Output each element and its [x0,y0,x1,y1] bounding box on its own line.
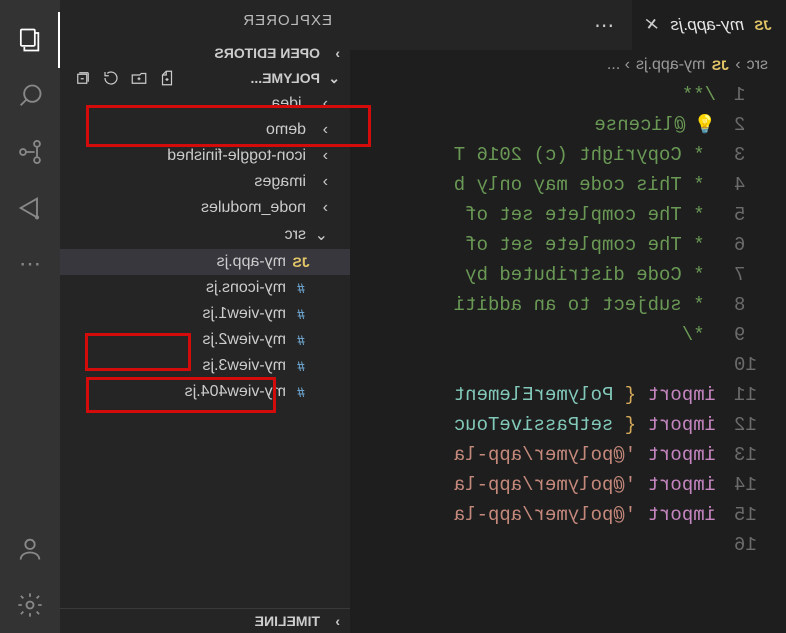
file-item[interactable]: # my-view1.js [60,301,350,327]
file-tree: ›.idea›demo›icon-toggle-finished›images›… [60,91,350,608]
explorer-sidebar: EXPLORER › OPEN EDITORS ⌄ POLYME... › .id… [60,0,350,633]
timeline-header[interactable]: › TIMELINE [60,608,350,633]
editor-area: JS my-app.js ✕ ⋯ src › JS my-app.js › ..… [350,0,786,633]
item-label: my-view1.js [202,305,286,323]
js-file-icon: JS [292,254,310,270]
settings-gear-icon[interactable] [0,577,60,633]
code-editor[interactable]: 12345678910111213141516 /**💡@license * C… [350,80,786,633]
item-label: my-view2.js [202,331,286,349]
more-actions-icon[interactable]: ⋯ [0,236,60,292]
new-folder-icon[interactable] [130,69,148,87]
folder-item[interactable]: › .idea [60,91,350,117]
activity-bar: ⋯ [0,0,60,633]
chevron-down-icon: ⌄ [324,70,340,87]
chevron-icon: › [312,121,328,139]
search-icon[interactable] [0,68,60,124]
tab-label: my-app.js [670,15,744,35]
js-file-icon: JS [754,17,772,33]
editor-tab[interactable]: JS my-app.js ✕ [632,0,786,50]
chevron-icon: › [312,199,328,217]
chevron-icon: ⌄ [312,225,328,245]
item-label: .idea [271,95,306,113]
account-icon[interactable] [0,521,60,577]
code-content[interactable]: /**💡@license * Copyright (c) 2016 T * Th… [350,80,716,633]
item-label: src [285,226,306,244]
folder-item[interactable]: › images [60,169,350,195]
item-label: my-view3.js [202,357,286,375]
line-gutter: 12345678910111213141516 [716,80,786,633]
item-label: images [254,173,306,191]
file-item[interactable]: # my-icons.js [60,275,350,301]
close-icon[interactable]: ✕ [646,15,660,35]
explorer-icon[interactable] [0,12,60,68]
item-label: demo [266,121,306,139]
sidebar-title: EXPLORER [60,0,350,41]
item-label: my-icons.js [206,279,286,297]
folder-item[interactable]: › node_modules [60,195,350,221]
chevron-icon: › [312,147,328,165]
chevron-right-icon: › [324,45,340,61]
file-item[interactable]: JS my-app.js [60,249,350,275]
item-label: icon-toggle-finished [167,147,306,165]
item-label: my-view404.js [185,383,286,401]
hash-file-icon: # [292,358,310,374]
hash-file-icon: # [292,280,310,296]
breadcrumb[interactable]: src › JS my-app.js › ... [350,50,786,80]
item-label: node_modules [201,199,306,217]
chevron-icon: › [312,95,328,113]
collapse-all-icon[interactable] [74,69,92,87]
tab-bar: JS my-app.js ✕ ⋯ [350,0,786,50]
file-item[interactable]: # my-view404.js [60,379,350,405]
chevron-right-icon: › [324,613,340,629]
tab-overflow-icon[interactable]: ⋯ [576,0,632,50]
hash-file-icon: # [292,332,310,348]
file-item[interactable]: # my-view3.js [60,353,350,379]
lightbulb-icon[interactable]: 💡 [686,116,716,136]
source-control-icon[interactable] [0,124,60,180]
run-debug-icon[interactable] [0,180,60,236]
item-label: my-app.js [217,253,286,271]
hash-file-icon: # [292,306,310,322]
js-file-icon: JS [711,57,729,73]
new-file-icon[interactable] [158,69,176,87]
file-item[interactable]: # my-view2.js [60,327,350,353]
folder-item[interactable]: ⌄ src [60,221,350,249]
hash-file-icon: # [292,384,310,400]
project-header[interactable]: ⌄ POLYME... [60,65,350,91]
folder-item[interactable]: › demo [60,117,350,143]
open-editors-header[interactable]: › OPEN EDITORS [60,41,350,65]
folder-item[interactable]: › icon-toggle-finished [60,143,350,169]
refresh-icon[interactable] [102,69,120,87]
chevron-icon: › [312,173,328,191]
